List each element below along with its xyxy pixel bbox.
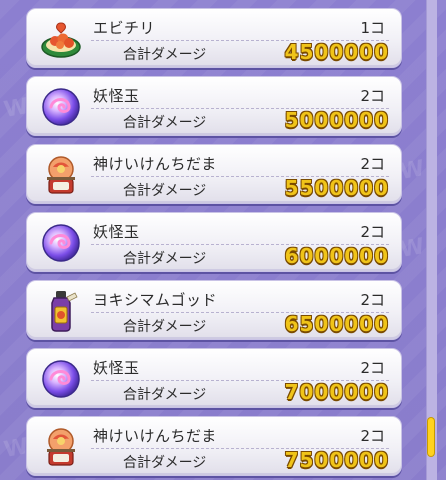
- item-count: 1コ: [360, 19, 385, 37]
- item-name: 妖怪玉: [93, 223, 140, 241]
- total-damage-label: 合計ダメージ: [123, 387, 207, 403]
- item-name: エビチリ: [93, 19, 156, 37]
- total-damage-label: 合計ダメージ: [123, 115, 207, 131]
- total-damage-label: 合計ダメージ: [123, 319, 207, 335]
- youkai-orb-icon: [42, 224, 80, 262]
- item-name: 妖怪玉: [93, 359, 140, 377]
- total-damage-label: 合計ダメージ: [123, 251, 207, 267]
- item-name: 神けいけんちだま: [93, 427, 217, 445]
- total-damage-value: 7000000: [284, 380, 389, 404]
- item-count: 2コ: [360, 427, 385, 445]
- potion-bottle-icon: [51, 291, 78, 332]
- item-count: 2コ: [360, 87, 385, 105]
- item-count: 2コ: [360, 359, 385, 377]
- total-damage-label: 合計ダメージ: [123, 47, 207, 63]
- scrollbar-track[interactable]: [426, 0, 437, 480]
- shrimp-chili-dish-icon: [41, 22, 81, 58]
- item-name: 神けいけんちだま: [93, 155, 217, 173]
- reward-row-kamikeikenchidama-2[interactable]: 神けいけんちだま 2コ 合計ダメージ 7500000: [26, 416, 402, 476]
- total-damage-value: 4500000: [284, 40, 389, 64]
- reward-row-yokishimamugod[interactable]: ヨキシマムゴッド 2コ 合計ダメージ 6500000: [26, 280, 402, 340]
- total-damage-label: 合計ダメージ: [123, 183, 207, 199]
- total-damage-value: 6000000: [284, 244, 389, 268]
- item-count: 2コ: [360, 223, 385, 241]
- reward-row-ebichiri[interactable]: エビチリ 1コ 合計ダメージ 4500000: [26, 8, 402, 68]
- total-damage-label: 合計ダメージ: [123, 455, 207, 471]
- total-damage-value: 6500000: [284, 312, 389, 336]
- fortune-daruma-icon: [47, 428, 75, 466]
- scrollbar-thumb[interactable]: [428, 418, 434, 456]
- reward-row-kamikeikenchidama-1[interactable]: 神けいけんちだま 2コ 合計ダメージ 5500000: [26, 144, 402, 204]
- total-damage-value: 7500000: [284, 448, 389, 472]
- total-damage-value: 5500000: [284, 176, 389, 200]
- reward-row-youkaidama-3[interactable]: 妖怪玉 2コ 合計ダメージ 7000000: [26, 348, 402, 408]
- item-name: ヨキシマムゴッド: [93, 291, 218, 309]
- item-name: 妖怪玉: [93, 87, 140, 105]
- fortune-daruma-icon: [47, 156, 75, 194]
- total-damage-value: 5000000: [284, 108, 389, 132]
- youkai-orb-icon: [42, 88, 80, 126]
- item-count: 2コ: [360, 155, 385, 173]
- item-count: 2コ: [360, 291, 385, 309]
- reward-row-youkaidama-1[interactable]: 妖怪玉 2コ 合計ダメージ 5000000: [26, 76, 402, 136]
- reward-row-youkaidama-2[interactable]: 妖怪玉 2コ 合計ダメージ 6000000: [26, 212, 402, 272]
- youkai-orb-icon: [42, 360, 80, 398]
